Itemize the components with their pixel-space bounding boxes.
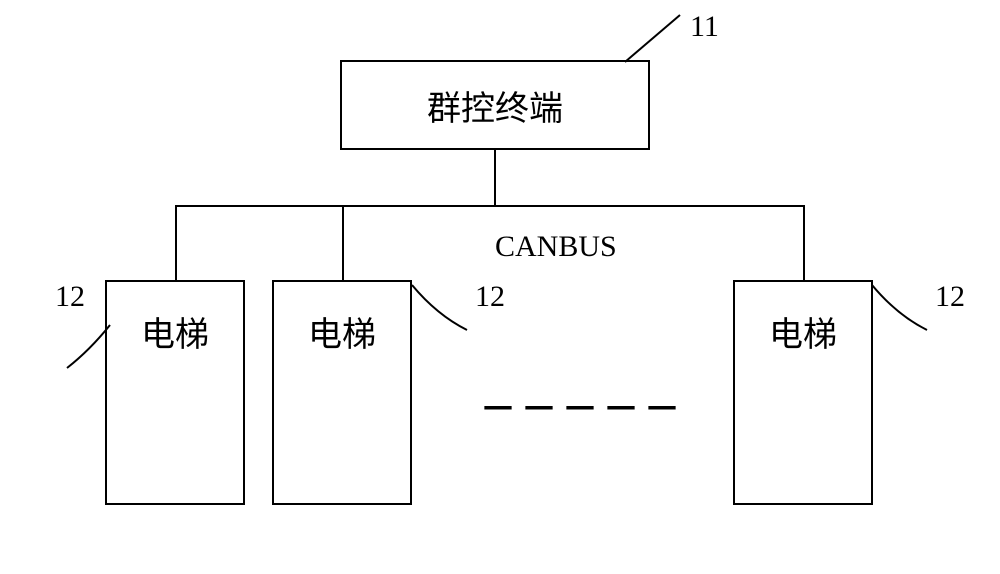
elevator-label-3: 电梯 [769, 307, 837, 356]
bus-line [175, 205, 805, 207]
leader-12-1 [55, 320, 125, 390]
stem-line [494, 150, 496, 205]
ref-12-2: 12 [475, 280, 505, 314]
drop-line-3 [803, 205, 805, 280]
elevator-box-3: 电梯 [733, 280, 873, 505]
elevator-box-1: 电梯 [105, 280, 245, 505]
ellipsis: －－－－－ [480, 380, 685, 432]
drop-line-1 [175, 205, 177, 280]
controller-box: 群控终端 [340, 60, 650, 150]
ref-12-3: 12 [935, 280, 965, 314]
ref-12-1: 12 [55, 280, 85, 314]
bus-label: CANBUS [495, 230, 617, 264]
elevator-box-2: 电梯 [272, 280, 412, 505]
leader-11 [620, 5, 740, 75]
controller-label: 群控终端 [427, 81, 563, 130]
diagram-canvas: 群控终端 11 CANBUS 电梯 12 电梯 12 电梯 [0, 0, 1000, 574]
ref-11: 11 [690, 10, 719, 44]
drop-line-2 [342, 205, 344, 280]
elevator-label-1: 电梯 [141, 307, 209, 356]
elevator-label-2: 电梯 [308, 307, 376, 356]
